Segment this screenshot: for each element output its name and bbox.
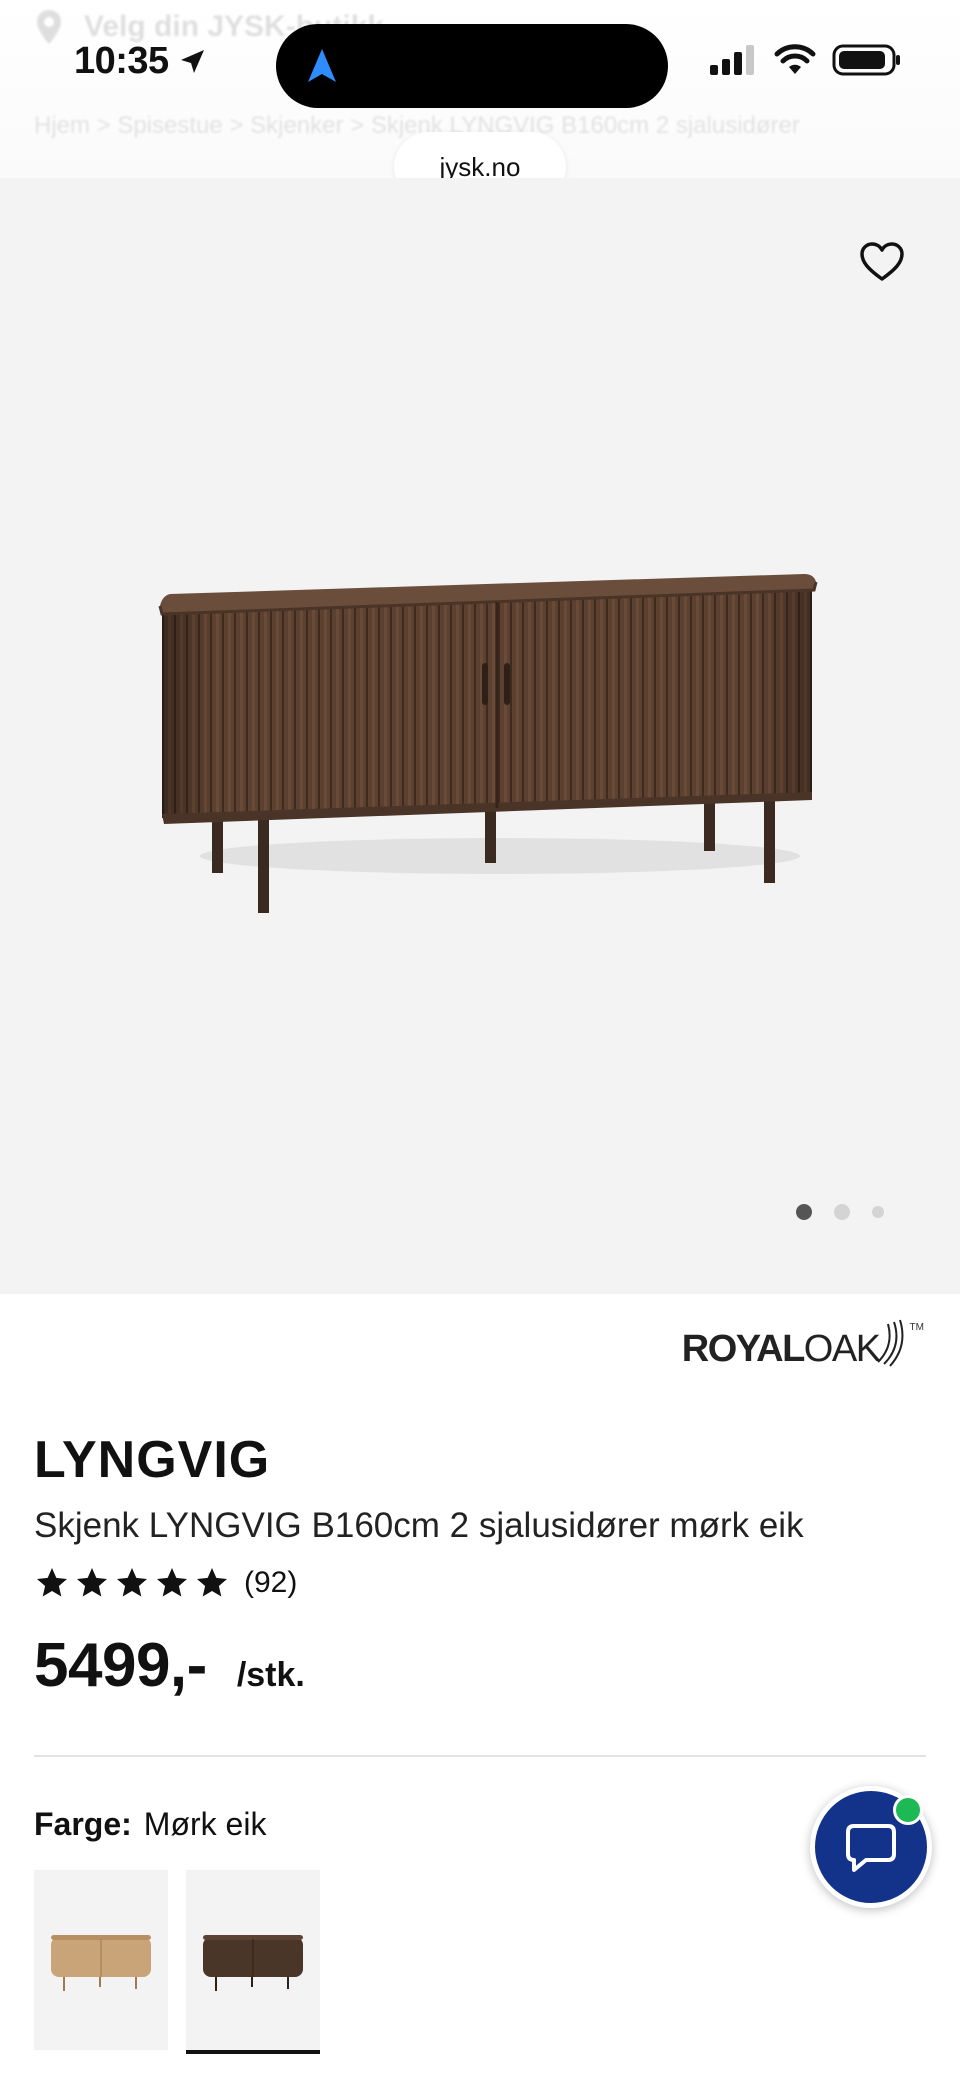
cellular-signal-icon [710,45,754,75]
navigation-arrow-icon [308,49,336,82]
color-swatches [34,1870,320,2054]
gallery-dot-3[interactable] [872,1206,884,1218]
status-time: 10:35 [74,40,207,83]
chat-bubble-icon [846,1824,896,1872]
sideboard-product-image [158,574,818,913]
star-icon [77,1568,107,1597]
section-divider [34,1755,926,1757]
sideboard-dark-oak-thumbnail [203,1935,303,1991]
status-time-text: 10:35 [74,40,169,82]
color-value: Mørk eik [143,1806,267,1842]
product-rating[interactable]: (92) [34,1565,297,1601]
product-image-gallery[interactable] [0,178,960,1294]
brand-royal: ROYAL [681,1328,806,1370]
price-value: 5499,- [34,1631,207,1700]
star-icon [197,1568,227,1597]
gallery-dot-1[interactable] [796,1204,812,1220]
dynamic-island [276,24,668,108]
location-arrow-icon [180,49,204,73]
star-icon [37,1568,67,1597]
price-unit: /stk. [236,1656,305,1694]
chat-online-indicator [893,1795,923,1825]
gallery-pagination [796,1204,884,1220]
brand-logo-royal-oak: ROYAL OAK TM [681,1319,924,1371]
location-pin-icon [37,10,61,44]
product-price: 5499,- /stk. [34,1630,305,1701]
product-description: Skjenk LYNGVIG B160cm 2 sjalusidører mør… [34,1506,804,1545]
brand-arcs-icon [876,1319,903,1367]
wifi-icon [774,44,816,74]
status-indicators [710,44,902,76]
star-icon [117,1568,147,1597]
brand-trademark: TM [909,1322,924,1333]
gallery-dot-2[interactable] [834,1204,850,1220]
heart-favorite-icon[interactable] [858,238,906,286]
color-label: Farge: [34,1806,132,1842]
swatch-dark-oak[interactable] [186,1870,320,2054]
sideboard-light-oak-thumbnail [51,1935,151,1991]
battery-icon [832,44,900,76]
star-icon [157,1568,187,1597]
swatch-light-oak[interactable] [34,1870,168,2050]
product-title: LYNGVIG [34,1431,271,1489]
chat-button[interactable] [810,1786,932,1908]
rating-count[interactable]: (92) [244,1566,297,1600]
brand-oak: OAK [803,1328,881,1370]
color-selector-header: Farge: Mørk eik [34,1806,266,1843]
